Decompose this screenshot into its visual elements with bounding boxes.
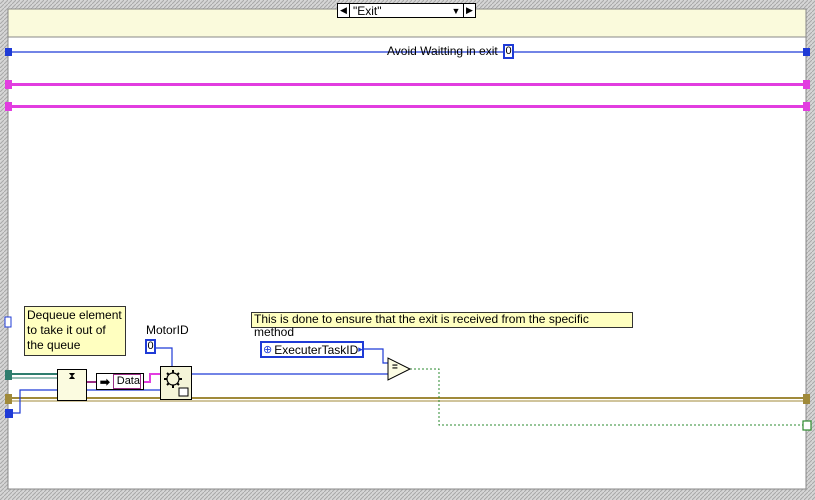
case-decrement-button[interactable]: ◀ <box>338 4 350 17</box>
ring-value: ExecuterTaskID <box>274 342 359 357</box>
chevron-down-icon[interactable]: ▼ <box>449 6 463 16</box>
tunnel-right-pink-2 <box>803 102 810 111</box>
tunnel-left-teal <box>5 370 12 380</box>
pink-wire-2 <box>8 105 806 108</box>
globe-icon: ⊕ <box>263 344 273 356</box>
unbundle-by-name-node[interactable]: ➡ Data <box>96 373 144 390</box>
pink-wire-1 <box>8 83 806 86</box>
motor-id-constant[interactable]: 0 <box>145 339 156 354</box>
hourglass-icon: ⧗ <box>68 371 76 382</box>
case-interior <box>7 36 807 490</box>
avoid-waiting-constant[interactable]: 0 <box>503 44 514 59</box>
diagram-canvas <box>0 0 815 500</box>
case-selector[interactable]: ◀ "Exit" ▼ ▶ <box>337 3 476 18</box>
tunnel-left-blue-top <box>5 48 12 56</box>
unbundle-field-data: Data <box>112 374 141 389</box>
ring-dropdown-arrow[interactable]: ▸ <box>358 344 363 355</box>
dequeue-comment: Dequeue element to take it out of the qu… <box>24 306 126 356</box>
dequeue-comment-line: Dequeue element <box>27 308 122 322</box>
exit-note-comment: This is done to ensure that the exit is … <box>251 312 633 339</box>
tunnel-left-small <box>4 316 12 328</box>
dequeue-comment-line: to take it out of <box>27 323 106 337</box>
executer-task-id-ring[interactable]: ⊕ ExecuterTaskID ▸ <box>260 341 364 358</box>
tunnel-right-blue-top <box>803 48 810 56</box>
tunnel-right-pink-1 <box>803 80 810 89</box>
tunnel-right-green <box>802 420 812 431</box>
gear-icon <box>164 370 189 397</box>
tunnel-right-olive <box>803 394 810 404</box>
block-diagram: ◀ "Exit" ▼ ▶ Avoid Waitting in exit 0 De… <box>0 0 815 500</box>
tunnel-left-olive <box>5 394 12 404</box>
case-selector-value: "Exit" <box>353 3 382 18</box>
tunnel-left-pink-2 <box>5 102 12 111</box>
motor-id-label: MotorID <box>146 323 189 337</box>
dequeue-element-node[interactable]: ⧗ <box>57 369 87 401</box>
avoid-waiting-label: Avoid Waitting in exit <box>387 44 498 58</box>
get-task-subvi[interactable] <box>160 366 192 400</box>
equal-symbol: = <box>392 362 398 373</box>
case-increment-button[interactable]: ▶ <box>463 4 475 17</box>
tunnel-left-blue-bottom <box>5 409 13 418</box>
dequeue-comment-line: the queue <box>27 338 81 352</box>
tunnel-left-pink-1 <box>5 80 12 89</box>
arrow-right-icon: ➡ <box>99 374 110 389</box>
